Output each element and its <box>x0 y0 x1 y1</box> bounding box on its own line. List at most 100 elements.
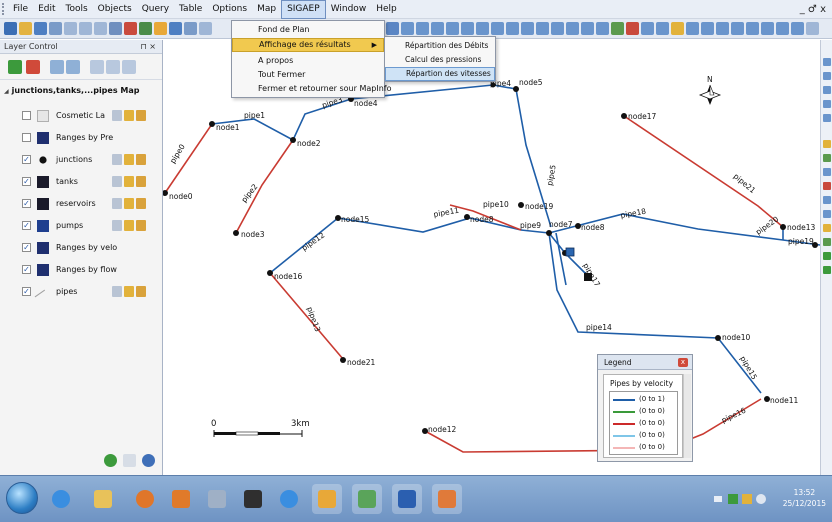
editable-icon[interactable] <box>112 286 122 297</box>
layer-row[interactable]: ✓ tanks <box>0 174 162 190</box>
junction-node3[interactable] <box>233 230 239 236</box>
select-icon[interactable] <box>386 22 399 35</box>
collapse-icon[interactable]: ◢ <box>4 88 9 95</box>
menu-query[interactable]: Query <box>137 0 174 19</box>
label-icon[interactable] <box>136 110 146 121</box>
dock-tool-icon[interactable] <box>823 210 831 218</box>
pipe-path-2[interactable] <box>235 139 294 234</box>
print-icon[interactable] <box>49 22 62 35</box>
layer-visibility-checkbox[interactable]: ✓ <box>22 287 31 296</box>
pipe-path-13[interactable] <box>269 272 344 360</box>
zoom-in-icon[interactable] <box>461 22 474 35</box>
menu-options[interactable]: Options <box>207 0 252 19</box>
add-layer-icon[interactable] <box>8 60 22 74</box>
tank-symbol[interactable] <box>565 247 575 257</box>
polygon-select-icon[interactable] <box>431 22 444 35</box>
ruler-icon[interactable] <box>551 22 564 35</box>
line-style-icon[interactable] <box>746 22 759 35</box>
label-icon[interactable] <box>136 286 146 297</box>
stop-icon[interactable] <box>626 22 639 35</box>
label-icon[interactable] <box>136 198 146 209</box>
menu-window[interactable]: Window <box>326 0 372 19</box>
graph-icon[interactable] <box>154 22 167 35</box>
layer-row[interactable]: ✓ pumps <box>0 218 162 234</box>
dock-tool-icon[interactable] <box>823 154 831 162</box>
menu-file[interactable]: File <box>8 0 33 19</box>
dock-tool-icon[interactable] <box>823 58 831 66</box>
layer-row[interactable]: Ranges by Pre <box>0 130 162 146</box>
save-icon[interactable] <box>34 22 47 35</box>
layer-icon[interactable] <box>566 22 579 35</box>
layer-properties-icon[interactable] <box>90 60 104 74</box>
junction-node16[interactable] <box>267 270 273 276</box>
editable-icon[interactable] <box>112 198 122 209</box>
menu-table[interactable]: Table <box>174 0 207 19</box>
submenu-item-pressions[interactable]: Calcul des pressions <box>385 53 495 67</box>
editable-icon[interactable] <box>112 220 122 231</box>
browse-icon[interactable] <box>124 22 137 35</box>
layer-visibility-checkbox[interactable]: ✓ <box>22 265 31 274</box>
cut-icon[interactable] <box>64 22 77 35</box>
menu-tools[interactable]: Tools <box>61 0 93 19</box>
boundary-icon[interactable] <box>446 22 459 35</box>
dock-tool-icon[interactable] <box>823 86 831 94</box>
selectable-icon[interactable] <box>124 110 134 121</box>
drag-icon[interactable] <box>536 22 549 35</box>
taskbar-ie[interactable] <box>46 484 76 514</box>
layer-row[interactable]: Cosmetic La <box>0 108 162 124</box>
shape-icon[interactable] <box>686 22 699 35</box>
tray-arrow-icon[interactable] <box>714 496 722 502</box>
taskbar-pdf[interactable] <box>312 484 342 514</box>
pipe-path-east[interactable] <box>337 213 820 246</box>
menu-sigaep[interactable]: SIGAEP <box>281 0 326 19</box>
selectable-icon[interactable] <box>124 286 134 297</box>
menu-item-tout-fermer[interactable]: Tout Fermer <box>232 68 384 82</box>
open-icon[interactable] <box>19 22 32 35</box>
statistics-icon[interactable] <box>596 22 609 35</box>
dock-tool-icon[interactable] <box>823 168 831 176</box>
network-map[interactable]: N 0 3km node0 node1 node2 node3 node4 no… <box>163 40 820 475</box>
radius-icon[interactable] <box>416 22 429 35</box>
move-up-icon[interactable] <box>50 60 64 74</box>
menu-item-fond-de-plan[interactable]: Fond de Plan <box>232 23 384 37</box>
submenu-item-vitesses[interactable]: Répartion des vitesses <box>385 67 495 81</box>
layer-visibility-checkbox[interactable] <box>22 111 31 120</box>
dock-tool-icon[interactable] <box>823 196 831 204</box>
dock-tool-icon[interactable] <box>823 266 831 274</box>
label-icon[interactable] <box>136 176 146 187</box>
volume-icon[interactable] <box>756 494 766 504</box>
help-icon[interactable] <box>142 454 155 467</box>
window-controls[interactable]: _ ♂ x <box>800 0 826 19</box>
map-window[interactable]: N 0 3km node0 node1 node2 node3 node4 no… <box>163 40 820 475</box>
taskbar-clock[interactable]: 13:52 25/12/2015 <box>783 487 826 509</box>
symbol-icon[interactable] <box>731 22 744 35</box>
submenu-item-debits[interactable]: Répartition des Débits <box>385 39 495 53</box>
taskbar-notes[interactable] <box>202 484 232 514</box>
add-node-icon[interactable] <box>791 22 804 35</box>
taskbar-word[interactable] <box>392 484 422 514</box>
selectable-icon[interactable] <box>124 198 134 209</box>
paste-icon[interactable] <box>94 22 107 35</box>
label-icon[interactable] <box>136 154 146 165</box>
dock-tool-icon[interactable] <box>823 72 831 80</box>
layer-control-close-button[interactable]: ⊓ × <box>141 40 157 54</box>
dock-tool-icon[interactable] <box>823 252 831 260</box>
label-icon[interactable] <box>136 220 146 231</box>
ok-icon[interactable] <box>104 454 117 467</box>
region-icon[interactable] <box>656 22 669 35</box>
junction-node1[interactable] <box>209 121 215 127</box>
legend-scrollbar[interactable] <box>683 374 691 458</box>
start-button[interactable] <box>6 482 38 514</box>
selectable-icon[interactable] <box>124 154 134 165</box>
frame-icon[interactable] <box>716 22 729 35</box>
grabber-icon[interactable] <box>491 22 504 35</box>
display-icon[interactable] <box>106 60 120 74</box>
region-style-icon[interactable] <box>761 22 774 35</box>
move-down-icon[interactable] <box>66 60 80 74</box>
editable-icon[interactable] <box>112 110 122 121</box>
selectable-icon[interactable] <box>124 176 134 187</box>
menu-help[interactable]: Help <box>371 0 402 19</box>
taskbar-misc[interactable] <box>432 484 462 514</box>
pencil-icon[interactable] <box>671 22 684 35</box>
window-icon[interactable] <box>199 22 212 35</box>
